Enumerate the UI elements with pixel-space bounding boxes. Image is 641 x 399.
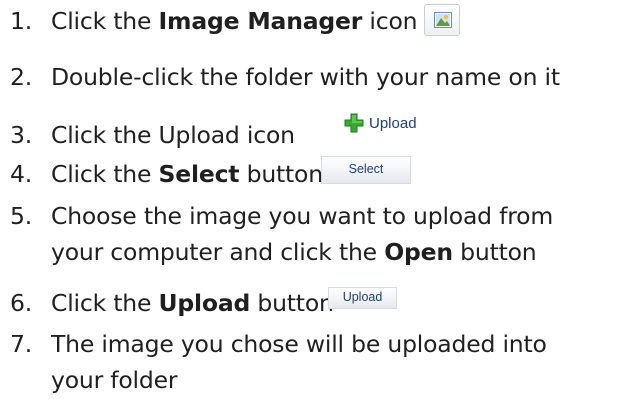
step-text: Click the — [51, 289, 159, 317]
step-6: 6. Click the Upload button — [10, 289, 334, 317]
upload-button-image: Upload — [328, 287, 397, 309]
step-number: 2. — [10, 63, 33, 91]
step-text: Double-click the folder with your name o… — [51, 63, 560, 91]
step-text: Click the — [51, 7, 159, 35]
step-number: 4. — [10, 160, 33, 188]
instruction-list: 1. Click the Image Manager icon 2. Double-… — [0, 0, 641, 399]
step-number: 5. — [10, 202, 33, 230]
step-number: 1. — [10, 7, 33, 35]
step-text: icon — [362, 7, 418, 35]
step-2: 2. Double-click the folder with your name… — [10, 63, 560, 91]
step-number: 6. — [10, 289, 33, 317]
step-7-continued: your folder — [10, 366, 178, 394]
step-emphasis: Open — [384, 238, 453, 266]
step-5-continued: your computer and click the Open button — [10, 238, 537, 266]
step-text: button — [239, 160, 324, 188]
step-emphasis: Select — [158, 160, 240, 188]
image-manager-icon — [424, 4, 460, 36]
step-text: your computer and click the — [51, 238, 385, 266]
upload-icon-label: Upload — [369, 114, 417, 132]
step-text: Click the Upload icon — [51, 121, 295, 149]
step-4: 4. Click the Select button — [10, 160, 323, 188]
step-emphasis: Image Manager — [158, 7, 363, 35]
step-7: 7. The image you chose will be uploaded i… — [10, 330, 547, 358]
step-number: 7. — [10, 330, 33, 358]
plus-icon — [344, 113, 364, 133]
step-text: Click the — [51, 160, 159, 188]
step-text: button — [250, 289, 334, 317]
step-3: 3. Click the Upload icon — [10, 121, 295, 149]
step-1: 1. Click the Image Manager icon — [10, 7, 418, 35]
step-text: button — [452, 238, 537, 266]
picture-icon — [434, 12, 452, 28]
step-text: your folder — [51, 366, 178, 394]
select-button-image: Select — [321, 156, 411, 184]
step-number: 3. — [10, 121, 33, 149]
step-text: The image you chose will be uploaded int… — [51, 330, 547, 358]
step-5: 5. Choose the image you want to upload fr… — [10, 202, 553, 230]
upload-toolbar-icon: Upload — [344, 110, 417, 136]
step-text: Choose the image you want to upload from — [51, 202, 554, 230]
step-emphasis: Upload — [158, 289, 251, 317]
